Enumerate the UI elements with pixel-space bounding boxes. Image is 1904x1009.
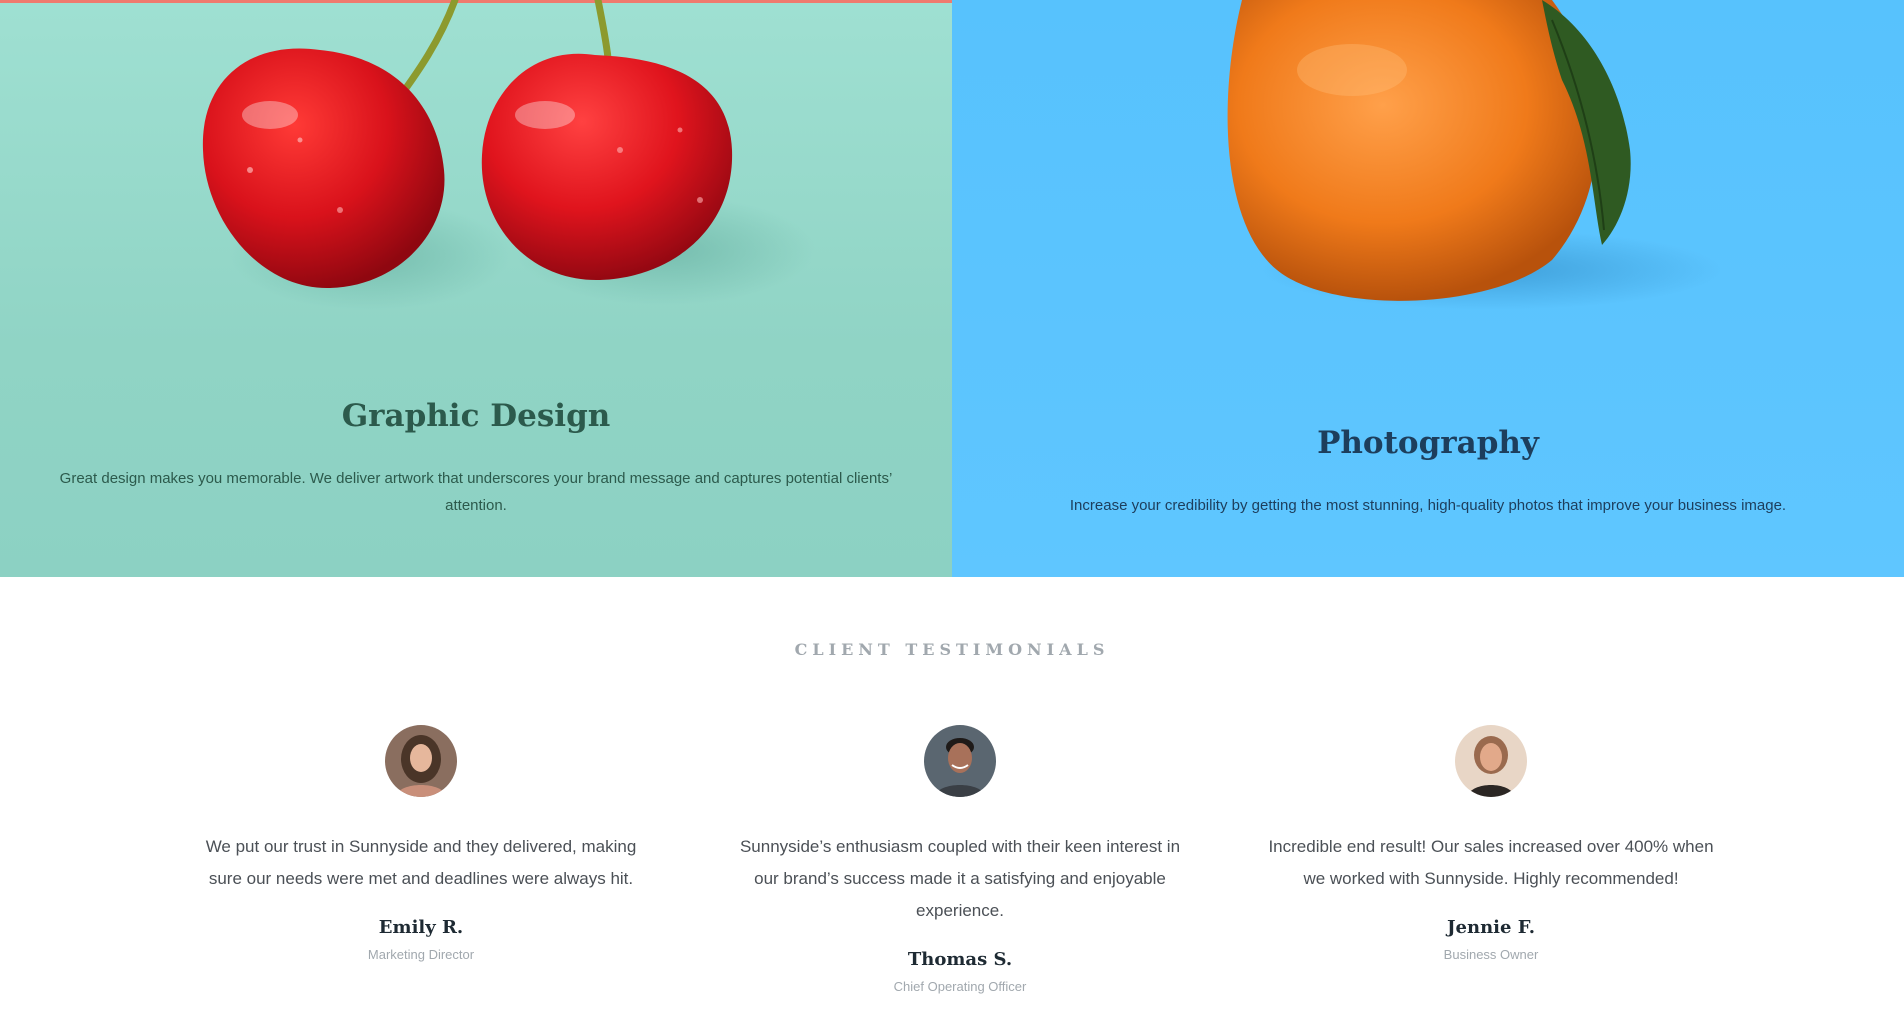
testimonial-quote: Sunnyside’s enthusiasm coupled with thei… xyxy=(739,837,1181,920)
avatar xyxy=(385,725,457,797)
photography-card: Photography Increase your credibility by… xyxy=(952,0,1904,577)
testimonials-section: CLIENT TESTIMONIALS We put our trust in … xyxy=(0,577,1904,1009)
photography-description: Increase your credibility by getting the… xyxy=(1069,497,1787,514)
testimonial-name: Thomas S. xyxy=(907,949,1013,970)
testimonial-quote: Incredible end result! Our sales increas… xyxy=(1268,837,1714,888)
graphic-design-title: Graphic Design xyxy=(341,398,611,434)
photography-title: Photography xyxy=(1317,425,1539,461)
orange-image xyxy=(1227,0,1722,310)
services-section: Graphic Design Great design makes you me… xyxy=(0,0,1904,577)
graphic-design-description: Great design makes you memorable. We del… xyxy=(59,470,893,514)
testimonial-name: Jennie F. xyxy=(1447,917,1535,938)
testimonial-role: Chief Operating Officer xyxy=(893,979,1027,994)
testimonials-heading: CLIENT TESTIMONIALS xyxy=(794,640,1110,659)
testimonial-card: We put our trust in Sunnyside and they d… xyxy=(191,725,651,962)
testimonial-card: Incredible end result! Our sales increas… xyxy=(1261,725,1721,962)
graphic-design-card: Graphic Design Great design makes you me… xyxy=(0,0,952,577)
testimonial-role: Business Owner xyxy=(1443,947,1539,962)
avatar xyxy=(1455,725,1527,797)
testimonial-card: Sunnyside’s enthusiasm coupled with thei… xyxy=(730,725,1190,994)
avatar xyxy=(924,725,996,797)
testimonial-quote: We put our trust in Sunnyside and they d… xyxy=(205,837,637,888)
testimonial-role: Marketing Director xyxy=(367,947,475,962)
testimonial-name: Emily R. xyxy=(378,917,464,938)
